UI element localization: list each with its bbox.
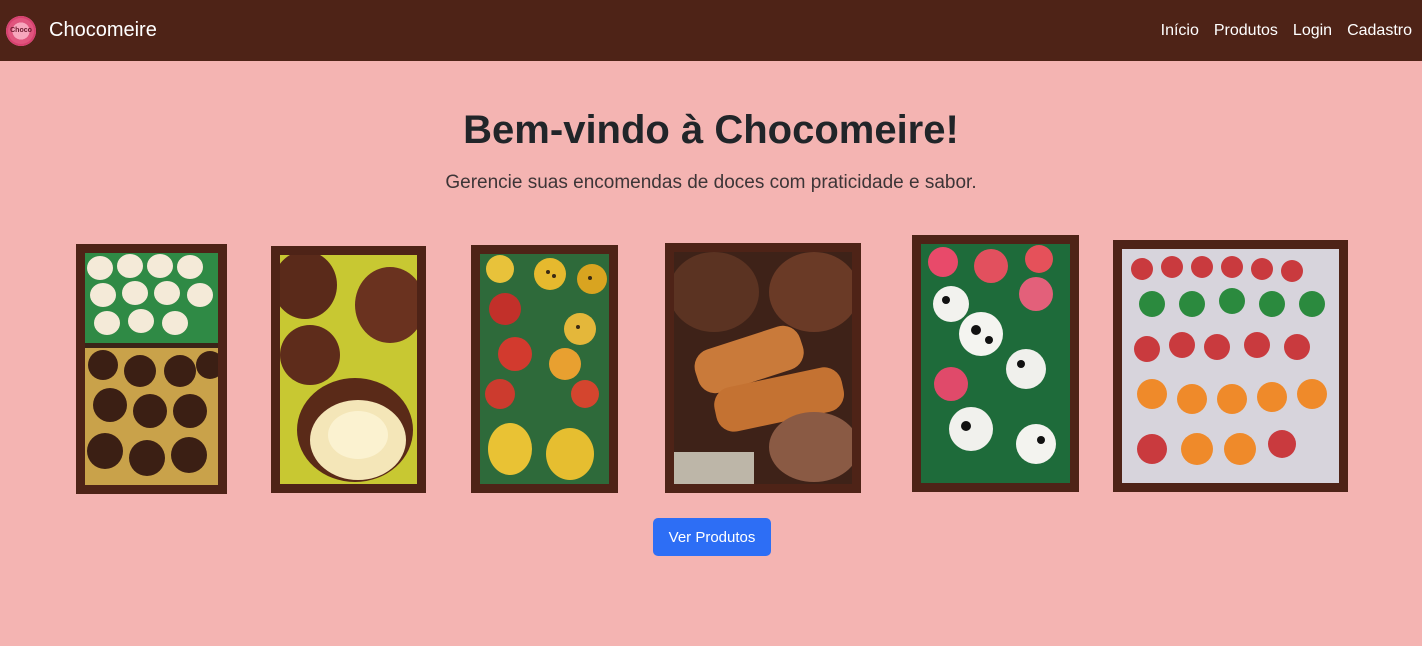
nav-link-login[interactable]: Login [1293,22,1332,40]
chocolate-truffles-photo [85,253,218,485]
caramel-cookie-photo [674,252,852,484]
nav-link-inicio[interactable]: Início [1161,22,1199,40]
gallery-photo-2 [271,246,426,493]
navbar: Choco Chocomeire Início Produtos Login C… [0,0,1422,61]
bonbon-photo [280,255,417,484]
cow-pig-candies-photo [921,244,1070,483]
hero-subtitle: Gerencie suas encomendas de doces com pr… [445,172,977,193]
gallery-photo-6 [1113,240,1348,492]
gallery-photo-4 [665,243,861,493]
nav-link-cadastro[interactable]: Cadastro [1347,22,1412,40]
fruit-marzipan-photo [480,254,609,484]
gallery-photo-3 [471,245,618,493]
logo-icon: Choco [6,15,36,46]
brand-name: Chocomeire [49,19,157,41]
view-products-button[interactable]: Ver Produtos [653,518,771,556]
gallery-photo-5 [912,235,1079,492]
hero-title: Bem-vindo à Chocomeire! [463,108,959,152]
gallery-photo-1 [76,244,227,494]
brand-link[interactable]: Choco Chocomeire [6,15,157,46]
nav-links: Início Produtos Login Cadastro [1146,0,1412,61]
nav-link-produtos[interactable]: Produtos [1214,22,1278,40]
watermelon-pumpkin-candies-photo [1122,249,1339,483]
